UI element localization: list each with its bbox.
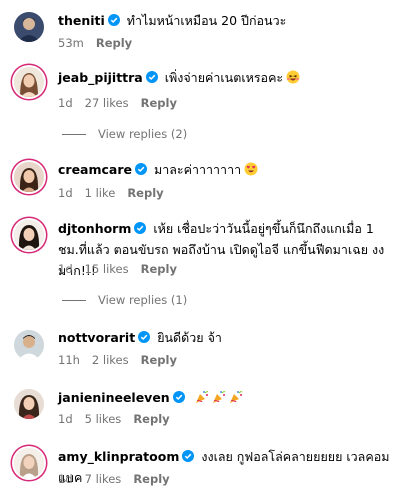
username[interactable]: jeab_pijittra bbox=[58, 70, 143, 85]
comment-meta: 1d 15 likes Reply bbox=[58, 261, 189, 277]
laughing-face-emoji-icon bbox=[286, 70, 300, 84]
username[interactable]: nottvorarit bbox=[58, 330, 135, 345]
party-popper-emoji-icon bbox=[195, 390, 209, 404]
view-replies-button[interactable]: View replies (1) bbox=[62, 292, 187, 308]
verified-badge-icon bbox=[172, 391, 185, 403]
avatar-image bbox=[14, 389, 44, 419]
party-popper-emoji-icon bbox=[212, 390, 226, 404]
reply-button[interactable]: Reply bbox=[133, 472, 169, 486]
party-popper-emoji-icon bbox=[229, 390, 243, 404]
timestamp: 1d bbox=[58, 472, 73, 486]
likes-count[interactable]: 15 likes bbox=[85, 262, 129, 276]
reply-button[interactable]: Reply bbox=[141, 262, 177, 276]
comment-meta: 11h 2 likes Reply bbox=[58, 352, 189, 368]
divider-line bbox=[62, 300, 86, 301]
comment-meta: 1d 27 likes Reply bbox=[58, 95, 189, 111]
reply-button[interactable]: Reply bbox=[96, 36, 132, 50]
avatar[interactable] bbox=[14, 389, 44, 419]
divider-line bbox=[62, 134, 86, 135]
likes-count[interactable]: 27 likes bbox=[85, 96, 129, 110]
avatar-image bbox=[14, 12, 44, 42]
comment-body: creamcare มาละค่าาาาาาา bbox=[58, 159, 403, 180]
timestamp: 1d bbox=[58, 186, 73, 200]
avatar[interactable] bbox=[14, 330, 44, 360]
heart-eyes-emoji-icon bbox=[244, 162, 258, 176]
avatar-image bbox=[14, 67, 44, 97]
likes-count[interactable]: 2 likes bbox=[92, 353, 129, 367]
avatar-image bbox=[14, 330, 44, 360]
verified-badge-icon bbox=[135, 163, 147, 175]
comment-body: nottvorarit ยินดีด้วย จ้า bbox=[58, 327, 403, 348]
view-replies-label: View replies (2) bbox=[98, 127, 188, 141]
avatar[interactable] bbox=[14, 162, 44, 192]
verified-badge-icon bbox=[145, 71, 158, 83]
timestamp: 11h bbox=[58, 353, 80, 367]
avatar-image bbox=[14, 220, 44, 250]
comment-meta: 1d 5 likes Reply bbox=[58, 411, 182, 427]
comment-text: มาละค่าาาาาาา bbox=[153, 162, 242, 177]
verified-badge-icon bbox=[107, 14, 120, 26]
comment-body: theniti ทำไมหน้าเหมือน 20 ปีก่อนวะ bbox=[58, 10, 403, 31]
reply-button[interactable]: Reply bbox=[141, 96, 177, 110]
comment-body: janienineeleven bbox=[58, 387, 403, 408]
username[interactable]: amy_klinpratoom bbox=[58, 449, 179, 464]
avatar[interactable] bbox=[14, 448, 44, 478]
username[interactable]: theniti bbox=[58, 13, 105, 28]
comment-text: ทำไมหน้าเหมือน 20 ปีก่อนวะ bbox=[126, 13, 287, 28]
verified-badge-icon bbox=[138, 331, 151, 343]
username[interactable]: djtonhorm bbox=[58, 221, 131, 236]
avatar[interactable] bbox=[14, 67, 44, 97]
view-replies-label: View replies (1) bbox=[98, 293, 188, 307]
likes-count[interactable]: 1 like bbox=[85, 186, 116, 200]
username[interactable]: janienineeleven bbox=[58, 390, 170, 405]
comment-meta: 1d 7 likes Reply bbox=[58, 471, 182, 487]
likes-count[interactable]: 7 likes bbox=[85, 472, 122, 486]
username[interactable]: creamcare bbox=[58, 162, 132, 177]
avatar[interactable] bbox=[14, 12, 44, 42]
timestamp: 1d bbox=[58, 262, 73, 276]
likes-count[interactable]: 5 likes bbox=[85, 412, 122, 426]
timestamp: 1d bbox=[58, 412, 73, 426]
comment-body: jeab_pijittra เพิ่งจ่ายค่าเนตเหรอคะ bbox=[58, 67, 403, 88]
reply-button[interactable]: Reply bbox=[133, 412, 169, 426]
avatar-image bbox=[14, 162, 44, 192]
comment-meta: 53m Reply bbox=[58, 35, 144, 51]
timestamp: 1d bbox=[58, 96, 73, 110]
verified-badge-icon bbox=[182, 450, 195, 462]
comment-text: ยินดีด้วย จ้า bbox=[157, 330, 222, 345]
reply-button[interactable]: Reply bbox=[141, 353, 177, 367]
avatar[interactable] bbox=[14, 220, 44, 250]
avatar-image bbox=[14, 448, 44, 478]
timestamp: 53m bbox=[58, 36, 84, 50]
view-replies-button[interactable]: View replies (2) bbox=[62, 126, 187, 142]
comment-meta: 1d 1 like Reply bbox=[58, 185, 176, 201]
verified-badge-icon bbox=[134, 222, 147, 234]
comment-text: เพิ่งจ่ายค่าเนตเหรอคะ bbox=[164, 70, 284, 85]
reply-button[interactable]: Reply bbox=[127, 186, 163, 200]
